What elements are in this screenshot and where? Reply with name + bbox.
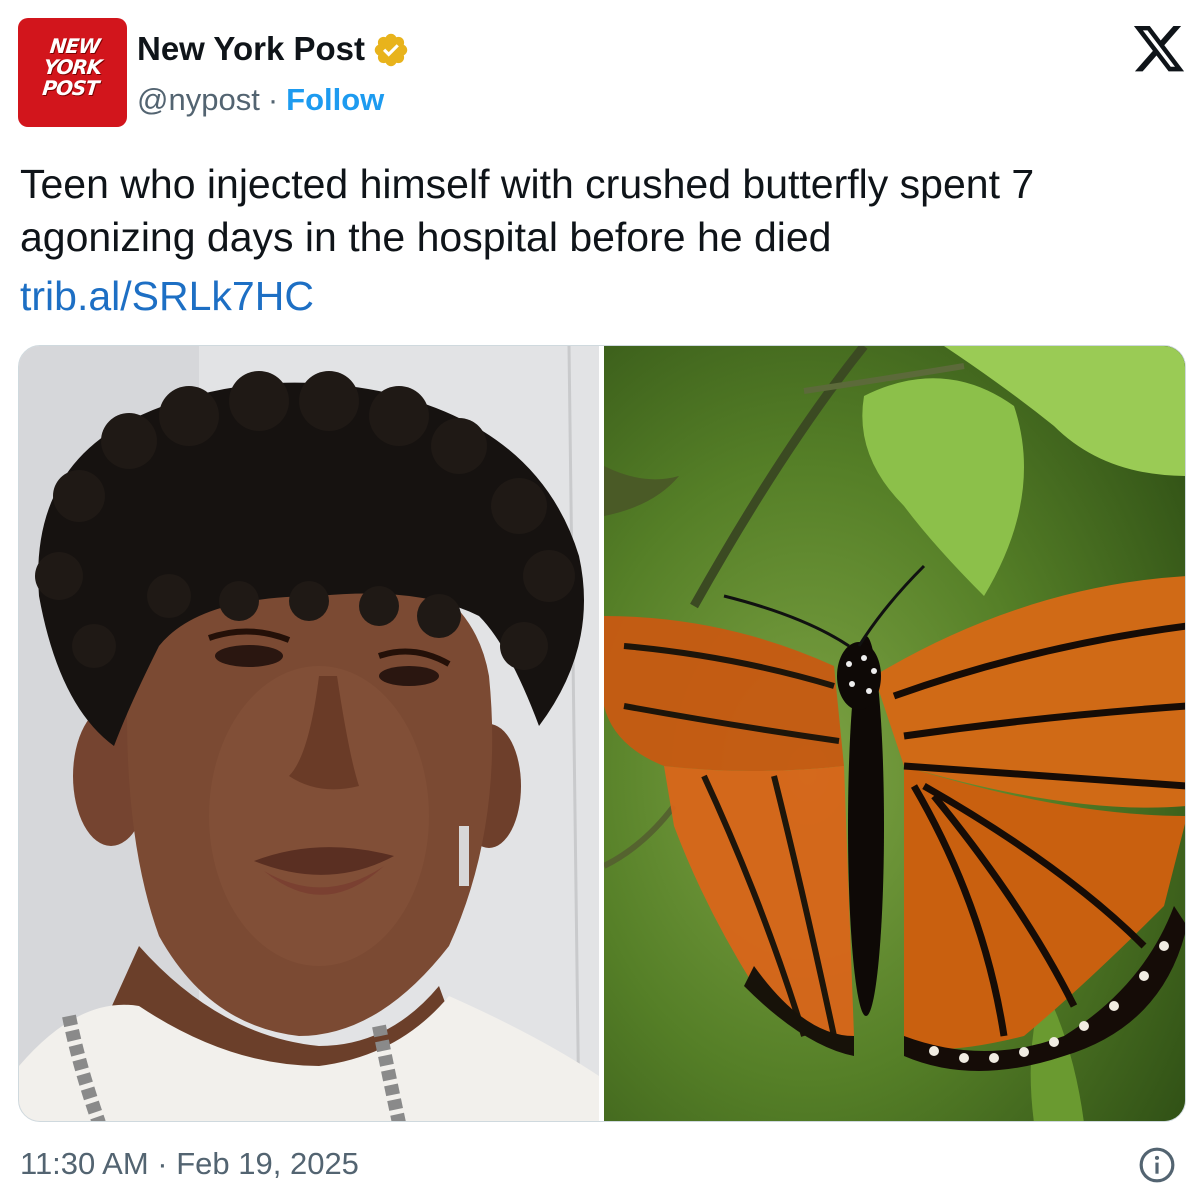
tweet-link[interactable]: trib.al/SRLk7HC [20,270,314,323]
monarch-butterfly-photo[interactable] [604,346,1185,1121]
follow-button[interactable]: Follow [286,82,384,117]
handle-separator: · [267,82,279,117]
tweet-media[interactable] [18,345,1186,1122]
tweet-timestamp[interactable]: 11:30 AM · Feb 19, 2025 [20,1146,359,1182]
tweet-text: Teen who injected himself with crushed b… [20,161,1035,260]
portrait-photo[interactable] [19,346,599,1121]
tweet-card: NEW YORK POST New York Post @nypost · Foll… [0,0,1200,1202]
author-handle[interactable]: @nypost [137,82,260,117]
x-logo-icon[interactable] [1133,26,1185,72]
author-display-name[interactable]: New York Post [137,30,365,68]
info-icon[interactable] [1138,1146,1176,1184]
author-avatar[interactable]: NEW YORK POST [18,18,127,127]
author-handle-row: @nypost · Follow [137,82,384,118]
portrait-illustration [19,346,599,1121]
butterfly-illustration [604,346,1185,1121]
gold-verified-badge-icon [374,33,408,67]
nypost-logo: NEW YORK POST [41,34,103,100]
